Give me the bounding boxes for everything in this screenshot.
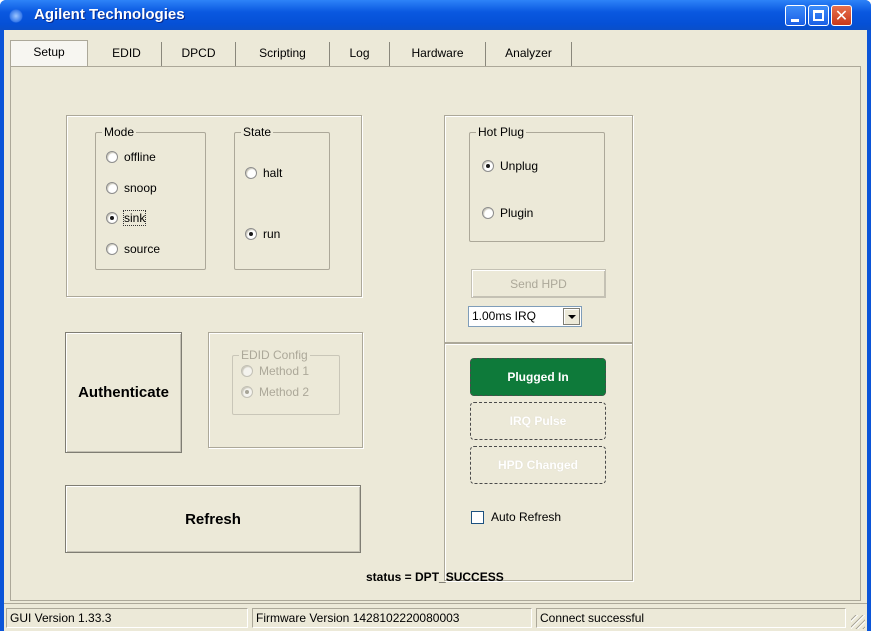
radio-label-sink: sink — [122, 210, 147, 226]
chevron-down-icon[interactable] — [563, 308, 580, 325]
radio-label-snoop: snoop — [124, 181, 157, 195]
connection-status-cell: Connect successful — [536, 608, 846, 628]
radio-label-halt: halt — [263, 166, 283, 180]
gui-version-cell: GUI Version 1.33.3 — [6, 608, 248, 628]
radio-unplug[interactable] — [482, 160, 494, 172]
state-group-label: State — [241, 125, 274, 139]
radio-label-run: run — [263, 227, 281, 241]
status-message: status = DPT_SUCCESS — [366, 570, 504, 584]
radio-label-unplug: Unplug — [500, 159, 539, 173]
close-button[interactable]: ✕ — [831, 5, 852, 26]
radio-run[interactable] — [245, 228, 257, 240]
radio-label-method2: Method 2 — [259, 385, 310, 399]
radio-halt[interactable] — [245, 167, 257, 179]
app-icon — [9, 9, 23, 23]
tab-hardware[interactable]: Hardware — [390, 42, 486, 66]
mode-group: Mode offline snoop sink source — [95, 125, 206, 270]
app-window: Agilent Technologies ✕ Setup EDID DPCD S… — [0, 0, 871, 631]
maximize-icon — [813, 10, 824, 21]
plugged-in-indicator: Plugged In — [470, 358, 606, 396]
title-bar[interactable]: Agilent Technologies ✕ — [0, 0, 871, 30]
window-title: Agilent Technologies — [34, 6, 185, 23]
irq-select-value: 1.00ms IRQ — [472, 309, 537, 323]
tab-scripting[interactable]: Scripting — [236, 42, 330, 66]
hot-plug-group: Hot Plug Unplug Plugin — [469, 125, 605, 242]
irq-select[interactable]: 1.00ms IRQ — [468, 306, 582, 327]
tab-log[interactable]: Log — [330, 42, 390, 66]
firmware-version-cell: Firmware Version 1428102220080003 — [252, 608, 532, 628]
minimize-button[interactable] — [785, 5, 806, 26]
send-hpd-button[interactable]: Send HPD — [471, 269, 606, 298]
radio-plugin[interactable] — [482, 207, 494, 219]
resize-grip-icon[interactable] — [851, 615, 865, 629]
radio-offline[interactable] — [106, 151, 118, 163]
status-bar: GUI Version 1.33.3 Firmware Version 1428… — [4, 603, 867, 631]
hot-plug-label: Hot Plug — [476, 125, 527, 139]
client-area: Setup EDID DPCD Scripting Log Hardware A… — [4, 30, 867, 631]
maximize-button[interactable] — [808, 5, 829, 26]
tab-analyzer[interactable]: Analyzer — [486, 42, 572, 66]
hpd-changed-indicator: HPD Changed — [470, 446, 606, 484]
radio-method1[interactable] — [241, 365, 253, 377]
tab-setup[interactable]: Setup — [10, 40, 88, 66]
edid-config-group: EDID Config Method 1 Method 2 — [232, 348, 340, 415]
authenticate-button[interactable]: Authenticate — [65, 332, 182, 453]
auto-refresh-checkbox[interactable] — [471, 511, 484, 524]
auto-refresh-label: Auto Refresh — [491, 510, 562, 524]
radio-method2[interactable] — [241, 386, 253, 398]
radio-snoop[interactable] — [106, 182, 118, 194]
radio-label-source: source — [124, 242, 161, 256]
radio-label-offline: offline — [124, 150, 156, 164]
refresh-button[interactable]: Refresh — [65, 485, 361, 553]
minimize-icon — [791, 19, 799, 22]
radio-label-plugin: Plugin — [500, 206, 534, 220]
edid-config-label: EDID Config — [239, 348, 310, 362]
irq-pulse-indicator: IRQ Pulse — [470, 402, 606, 440]
close-icon: ✕ — [834, 6, 849, 25]
state-group: State halt run — [234, 125, 330, 270]
tab-edid[interactable]: EDID — [92, 42, 162, 66]
radio-label-method1: Method 1 — [259, 364, 310, 378]
radio-sink[interactable] — [106, 212, 118, 224]
tab-dpcd[interactable]: DPCD — [162, 42, 236, 66]
radio-source[interactable] — [106, 243, 118, 255]
mode-group-label: Mode — [102, 125, 137, 139]
